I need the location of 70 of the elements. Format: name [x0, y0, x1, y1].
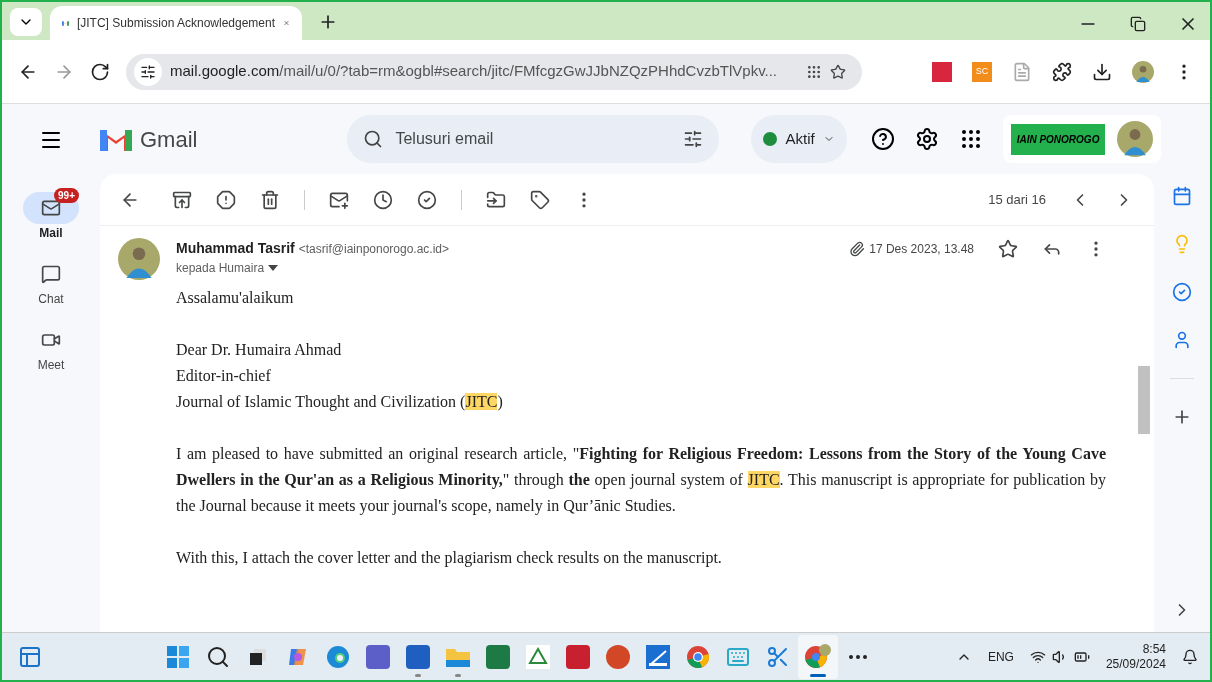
nav-item[interactable]: Meet	[23, 316, 79, 374]
account-card[interactable]: IAIN PONOROGO	[1002, 115, 1162, 163]
label-icon[interactable]	[530, 189, 550, 210]
attachment-icon	[849, 240, 866, 257]
chrome-icon[interactable]	[686, 644, 710, 669]
nav-label: Mail	[39, 225, 63, 242]
email-paragraph: Dear Dr. Humaira Ahmad	[176, 340, 343, 360]
organization-logo: IAIN PONOROGO	[1010, 123, 1106, 155]
chat-icon	[41, 264, 61, 284]
trash-icon[interactable]	[260, 189, 280, 210]
archive-icon[interactable]	[172, 189, 192, 210]
unread-badge: 99+	[54, 188, 79, 203]
contacts-icon[interactable]	[1172, 330, 1192, 350]
email-paragraph: With this, I attach the cover letter and the plagiarism check results on the manuscript.	[176, 548, 723, 569]
browser-tab[interactable]: [JITC] Submission Acknowledgement	[50, 6, 302, 40]
url-text: mail.google.com/mail/u/0/?tab=rm&ogbl#search/jitc/FMfcgzGwJJbNZQzPHhdCvzbTlVpkv...	[170, 61, 779, 82]
scissors-icon[interactable]	[766, 644, 790, 669]
tab-title: [JITC] Submission Acknowledgement	[76, 15, 276, 32]
gmail-logo-icon	[100, 127, 132, 151]
help-icon[interactable]	[870, 127, 895, 151]
gmail-wordmark: Gmail	[140, 125, 198, 154]
widgets-icon[interactable]	[18, 644, 42, 669]
profile-avatar	[1132, 60, 1154, 83]
email-date: 17 Des 2023, 13.48	[869, 240, 974, 258]
message-counter: 15 dari 16	[988, 190, 1046, 209]
task-view-icon[interactable]	[248, 646, 268, 667]
bookmark-star-icon[interactable]	[830, 63, 846, 80]
edge-browser-icon[interactable]	[326, 644, 350, 669]
mail-icon	[41, 198, 61, 218]
taskbar-button[interactable]	[798, 634, 838, 679]
nav-label: Meet	[37, 357, 65, 374]
sender-name: Muhammad Tasrif	[176, 239, 295, 258]
calendar-icon[interactable]	[1172, 186, 1192, 206]
address-bar[interactable]: mail.google.com/mail/u/0/?tab=rm&ogbl#search/jitc/FMfcgzGwJJbNZQzPHhdCvzbTlVpkv...	[126, 53, 862, 90]
sender-avatar	[118, 238, 160, 280]
nav-item[interactable]: Chat	[23, 250, 79, 308]
clock-time: 8:54	[1142, 641, 1166, 657]
move-icon[interactable]	[486, 189, 506, 210]
nav-label: Chat	[38, 291, 64, 308]
clock-date: 25/09/2024	[1105, 656, 1166, 672]
tasks-icon[interactable]	[1172, 282, 1192, 302]
account-avatar	[1117, 121, 1154, 157]
reload-icon[interactable]	[90, 61, 110, 82]
tab-search-button[interactable]	[10, 8, 42, 36]
add-task-icon[interactable]	[417, 189, 437, 210]
email-paragraph: Assalamu'alaikum	[176, 288, 295, 308]
status-button[interactable]: Aktif	[751, 115, 847, 163]
install-app-icon[interactable]	[806, 63, 822, 80]
windows-start-icon[interactable]	[167, 645, 189, 668]
filter-icon[interactable]	[683, 129, 704, 149]
search-icon[interactable]	[363, 129, 384, 149]
email-paragraph: Editor-in-chief	[176, 366, 272, 386]
site-settings-icon[interactable]	[140, 63, 156, 80]
settings-icon[interactable]	[914, 127, 939, 151]
search-icon[interactable]	[206, 644, 230, 669]
chrome-profile-icon[interactable]	[804, 642, 832, 671]
sender-email: <tasrif@iainponorogo.ac.id>	[298, 240, 450, 258]
report-spam-icon[interactable]	[216, 189, 236, 210]
recipient-text: kepada Humaira	[176, 260, 265, 277]
search-input[interactable]: Telusuri email	[395, 127, 672, 151]
search-bar[interactable]: Telusuri email	[347, 115, 720, 163]
star-icon[interactable]	[998, 238, 1018, 259]
language-indicator[interactable]: ENG	[987, 647, 1014, 666]
restore-icon[interactable]	[1130, 16, 1146, 32]
dropdown-caret-icon[interactable]	[268, 265, 279, 271]
download-icon[interactable]	[1092, 61, 1112, 82]
extensions-icon[interactable]	[1052, 61, 1072, 82]
snooze-icon[interactable]	[373, 189, 393, 210]
notification-bell-icon[interactable]	[1182, 648, 1198, 665]
scrollbar-thumb[interactable]	[1138, 366, 1150, 434]
